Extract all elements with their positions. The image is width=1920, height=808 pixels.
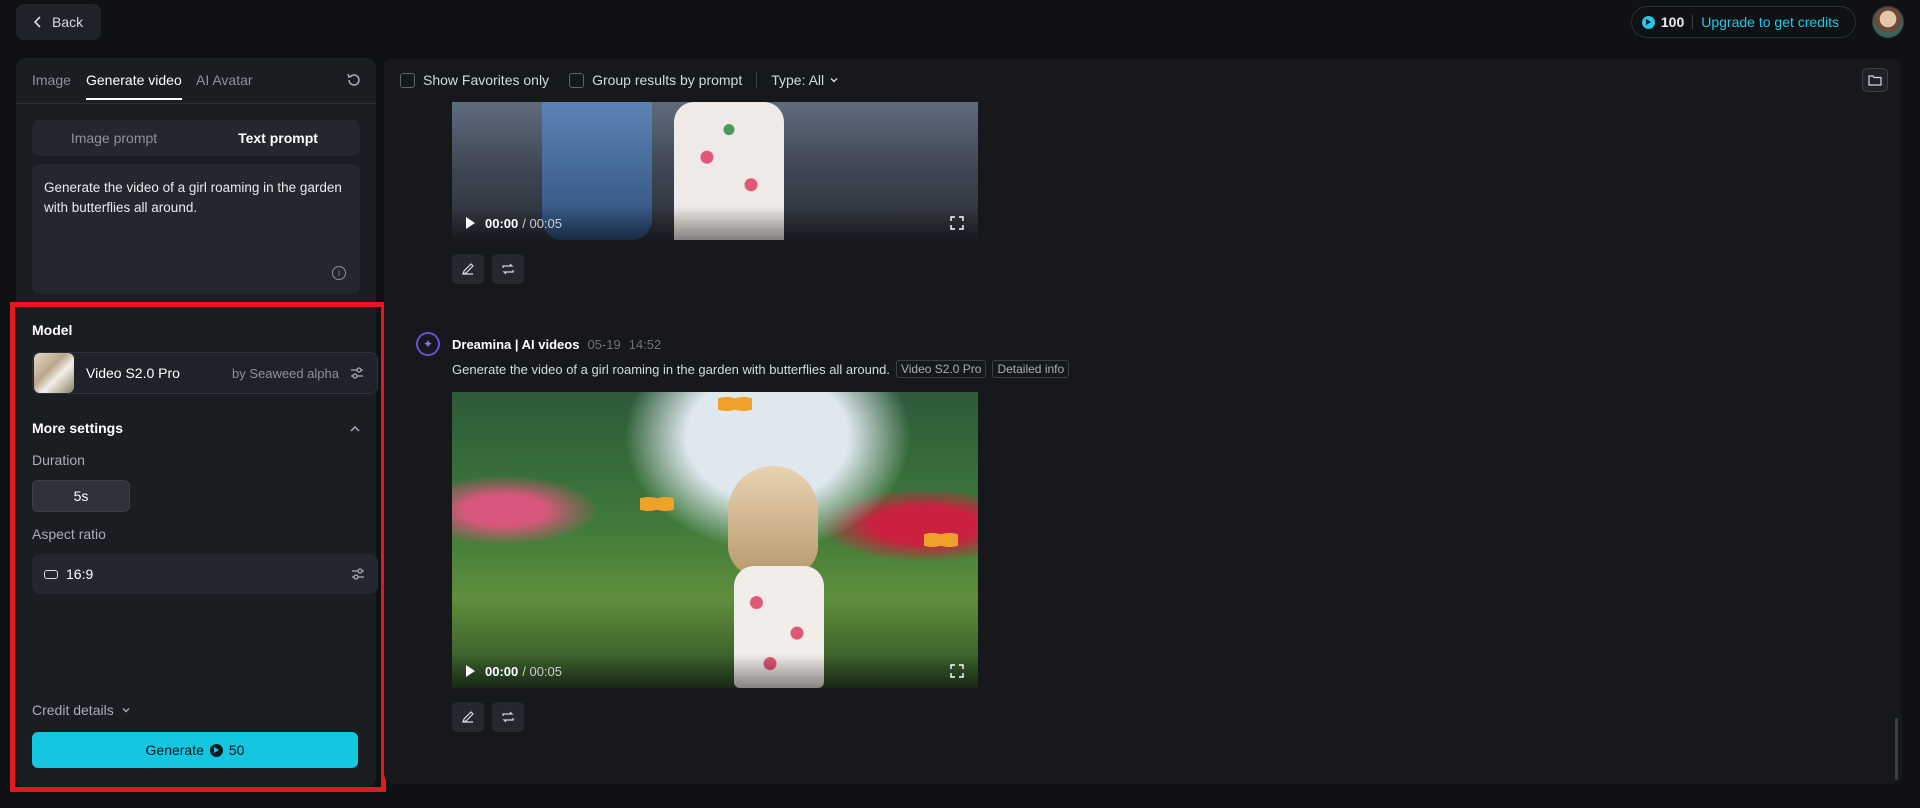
repeat-icon — [502, 263, 514, 275]
results-panel: Show Favorites only Group results by pro… — [384, 58, 1902, 784]
pencil-icon — [462, 263, 474, 275]
upgrade-link[interactable]: Upgrade to get credits — [1701, 14, 1839, 30]
time-total: / 00:05 — [522, 215, 563, 231]
folder-icon — [1868, 75, 1882, 86]
back-button[interactable]: Back — [16, 4, 102, 40]
play-icon[interactable] — [466, 665, 475, 677]
butterfly-image — [718, 392, 752, 416]
chevron-down-icon — [122, 708, 130, 713]
result-prompt-text: Generate the video of a girl roaming in … — [452, 361, 890, 377]
prompt-input[interactable]: Generate the video of a girl roaming in … — [32, 164, 360, 294]
video-controls: 00:00 / 00:05 — [452, 654, 978, 688]
tab-ai-avatar[interactable]: AI Avatar — [196, 72, 253, 98]
type-filter-label: Type: All — [771, 72, 825, 88]
pencil-icon — [462, 711, 474, 723]
fullscreen-icon[interactable] — [950, 216, 964, 230]
generation-panel: Image Generate video AI Avatar Image pro… — [16, 58, 378, 788]
duration-label: Duration — [32, 452, 85, 468]
mode-tabs: Image Generate video AI Avatar — [16, 58, 376, 104]
top-bar: Back 100 Upgrade to get credits — [0, 0, 1920, 44]
user-avatar[interactable] — [1872, 6, 1904, 38]
result-header: Dreamina | AI videos 05-19 14:52 — [416, 332, 661, 356]
model-tag[interactable]: Video S2.0 Pro — [895, 360, 987, 378]
info-icon[interactable]: i — [332, 266, 346, 280]
result-author: Dreamina | AI videos — [452, 336, 580, 352]
folder-button[interactable] — [1862, 68, 1888, 92]
model-name: Video S2.0 Pro — [86, 365, 180, 381]
time-current: 00:00 — [485, 663, 519, 679]
reset-icon[interactable] — [346, 72, 362, 88]
aspect-ratio-icon — [44, 569, 58, 579]
result-prompt: Generate the video of a girl roaming in … — [452, 360, 1070, 378]
divider — [1692, 15, 1694, 29]
aspect-ratio-value: 16:9 — [66, 566, 94, 582]
tab-image[interactable]: Image — [32, 72, 71, 98]
time-current: 00:00 — [485, 215, 519, 231]
edit-button[interactable] — [452, 702, 484, 732]
result-date: 05-19 — [587, 336, 621, 352]
type-filter-dropdown[interactable]: Type: All — [771, 72, 840, 88]
repeat-icon — [502, 711, 514, 723]
divider — [756, 72, 758, 88]
back-label: Back — [52, 14, 84, 30]
credits-value: 100 — [1660, 14, 1685, 30]
group-label: Group results by prompt — [592, 72, 743, 88]
prompt-text: Generate the video of a girl roaming in … — [44, 180, 342, 215]
video-player[interactable]: 00:00 / 00:05 — [452, 392, 978, 688]
video-frame — [728, 466, 818, 576]
text-prompt-option[interactable]: Text prompt — [196, 120, 360, 156]
aspect-ratio-label: Aspect ratio — [32, 526, 106, 542]
generate-label: Generate — [145, 742, 204, 758]
model-selector[interactable]: Video S2.0 Pro by Seaweed alpha — [32, 352, 378, 394]
credit-coin-icon — [209, 743, 223, 757]
tab-generate-video[interactable]: Generate video — [86, 72, 182, 100]
generate-button[interactable]: Generate 50 — [32, 732, 358, 768]
butterfly-image — [924, 528, 958, 552]
model-label: Model — [32, 322, 73, 338]
filter-bar: Show Favorites only Group results by pro… — [384, 58, 1902, 102]
video-player[interactable]: 00:00 / 00:05 — [452, 102, 978, 240]
chevron-left-icon — [33, 16, 41, 28]
chevron-up-icon[interactable] — [348, 422, 362, 436]
settings-sliders-icon[interactable] — [349, 365, 365, 381]
time-total: / 00:05 — [522, 663, 563, 679]
model-provider: by Seaweed alpha — [232, 365, 339, 381]
credits-count: 100 — [1641, 14, 1685, 30]
duration-option[interactable]: 5s — [32, 480, 130, 512]
detailed-info-tag[interactable]: Detailed info — [992, 360, 1070, 378]
more-settings-label[interactable]: More settings — [32, 420, 123, 436]
chevron-down-icon — [830, 78, 838, 83]
edit-button[interactable] — [452, 254, 484, 284]
favorites-checkbox[interactable] — [400, 72, 415, 88]
scrollbar[interactable] — [1895, 718, 1898, 780]
image-prompt-option[interactable]: Image prompt — [32, 120, 196, 156]
credit-details-toggle[interactable]: Credit details — [32, 702, 132, 718]
favorites-label: Show Favorites only — [423, 72, 550, 88]
generate-cost: 50 — [228, 742, 245, 758]
aspect-ratio-selector[interactable]: 16:9 — [32, 554, 378, 594]
settings-sliders-icon[interactable] — [350, 566, 366, 582]
video-actions — [452, 702, 524, 732]
regenerate-button[interactable] — [492, 702, 524, 732]
play-icon[interactable] — [466, 217, 475, 229]
credits-pill[interactable]: 100 Upgrade to get credits — [1630, 6, 1856, 38]
model-thumbnail — [34, 353, 74, 393]
credit-details-label: Credit details — [32, 702, 114, 718]
group-checkbox[interactable] — [569, 72, 585, 88]
butterfly-image — [640, 492, 674, 516]
fullscreen-icon[interactable] — [950, 664, 964, 678]
regenerate-button[interactable] — [492, 254, 524, 284]
result-time: 14:52 — [628, 336, 662, 352]
prompt-mode-toggle: Image prompt Text prompt — [32, 120, 360, 156]
video-actions — [452, 254, 524, 284]
dreamina-logo-icon — [416, 332, 440, 356]
group-filter[interactable]: Group results by prompt — [569, 72, 742, 88]
video-controls: 00:00 / 00:05 — [452, 206, 978, 240]
favorites-filter[interactable]: Show Favorites only — [400, 72, 549, 88]
credit-coin-icon — [1641, 15, 1655, 29]
